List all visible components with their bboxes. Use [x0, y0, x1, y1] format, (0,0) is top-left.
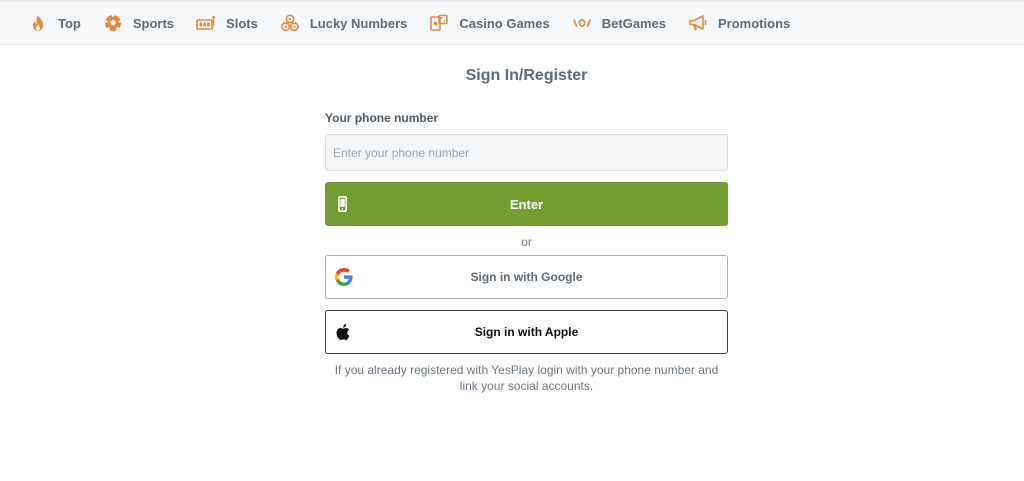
google-sign-in-button[interactable]: Sign in with Google	[325, 255, 728, 299]
nav-item-top[interactable]: Top	[28, 13, 81, 33]
apple-sign-in-button[interactable]: Sign in with Apple	[325, 310, 728, 354]
nav-item-label: Slots	[226, 15, 258, 31]
lottery-balls-icon	[280, 13, 300, 33]
nav-item-label: Promotions	[718, 15, 791, 31]
megaphone-icon	[688, 13, 708, 33]
nav-item-label: Top	[58, 15, 81, 31]
apple-button-label: Sign in with Apple	[474, 325, 579, 339]
google-button-label: Sign in with Google	[470, 270, 583, 284]
betgames-icon	[572, 13, 592, 33]
sign-in-panel: Sign In/Register Your phone number Enter…	[325, 60, 728, 394]
page-title: Sign In/Register	[465, 67, 588, 84]
nav-item-sports[interactable]: Sports	[103, 13, 174, 33]
slot-machine-icon	[196, 13, 216, 33]
nav-item-lucky-numbers[interactable]: Lucky Numbers	[280, 13, 408, 33]
nav-item-label: Lucky Numbers	[309, 15, 408, 31]
nav-item-betgames[interactable]: BetGames	[572, 13, 666, 33]
enter-button-label: Enter	[509, 196, 544, 212]
soccer-ball-icon	[103, 13, 123, 33]
casino-games-icon	[429, 13, 449, 33]
info-text: If you already registered with YesPlay l…	[334, 363, 719, 393]
phone-label: Your phone number	[325, 111, 439, 125]
nav-item-casino-games[interactable]: Casino Games	[429, 13, 550, 33]
fire-icon	[28, 13, 48, 33]
or-divider: or	[521, 235, 532, 249]
nav-item-slots[interactable]: Slots	[196, 13, 258, 33]
nav-item-promotions[interactable]: Promotions	[688, 13, 790, 33]
nav-item-label: BetGames	[601, 15, 667, 31]
enter-button[interactable]: Enter	[325, 182, 728, 226]
nav-item-label: Sports	[132, 15, 175, 31]
top-navigation: Top Sports Slots Lucky Numbers Casino Ga…	[0, 0, 1024, 45]
nav-item-label: Casino Games	[459, 15, 550, 31]
phone-input[interactable]	[325, 134, 728, 171]
